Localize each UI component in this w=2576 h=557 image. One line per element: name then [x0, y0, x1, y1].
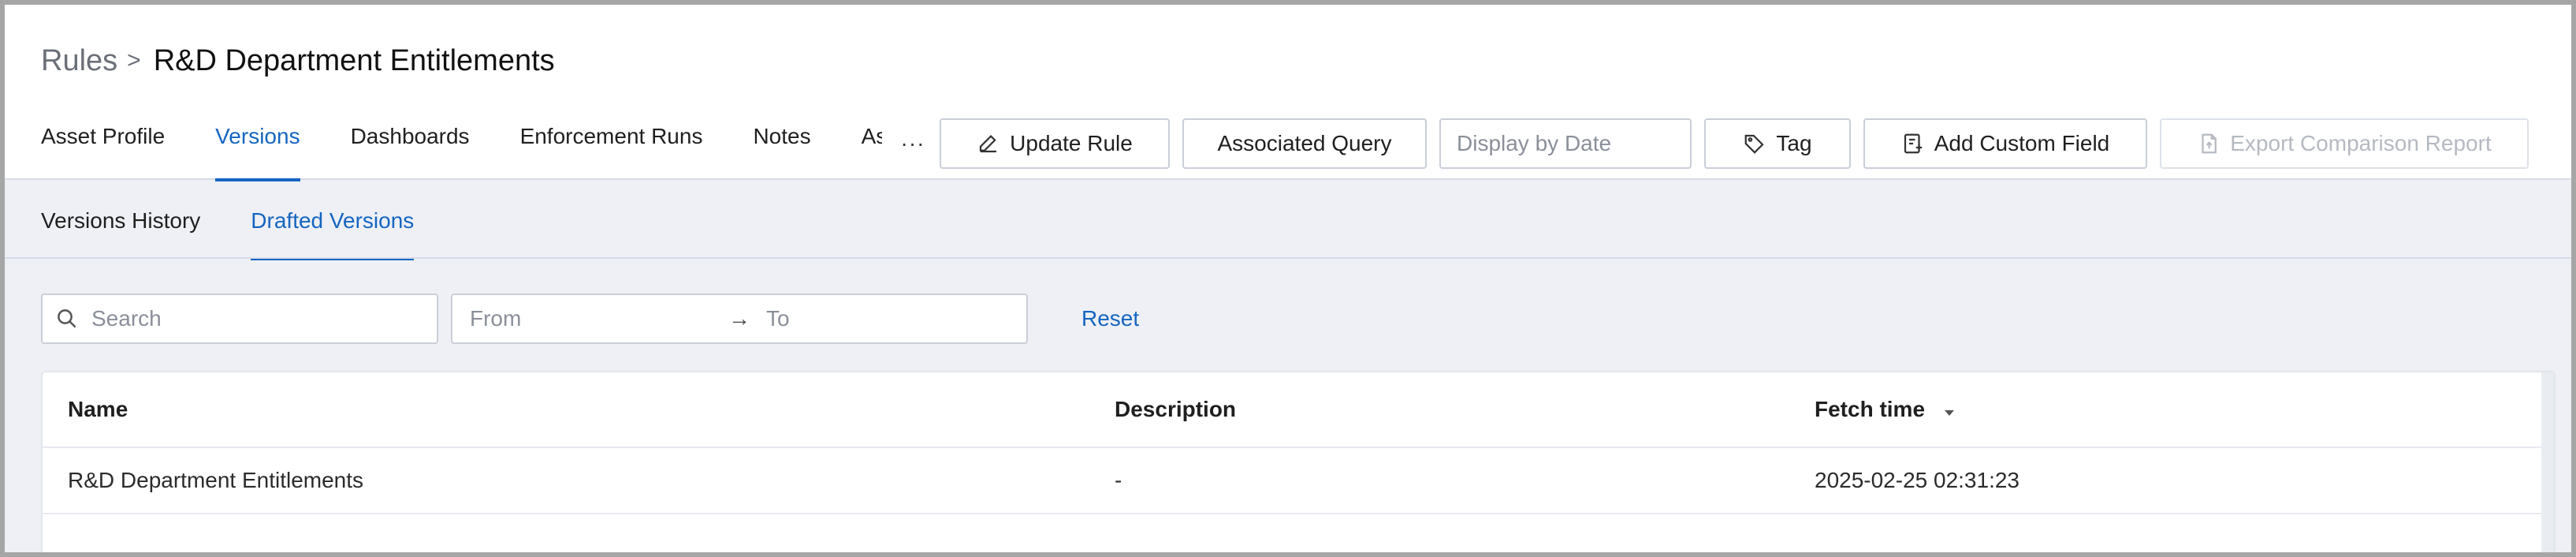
- associated-query-label: Associated Query: [1217, 131, 1392, 155]
- export-document-icon: [2202, 133, 2217, 154]
- action-toolbar: ··· Update Rule Associated Query Tag: [884, 109, 2571, 178]
- page-header: Rules > R&D Department Entitlements Asse…: [5, 5, 2571, 181]
- add-custom-field-button[interactable]: Add Custom Field: [1863, 118, 2147, 169]
- drafted-versions-table: Name Description Fetch time R&D Departme…: [41, 371, 2556, 552]
- app-window: Rules > R&D Department Entitlements Asse…: [5, 5, 2571, 552]
- update-rule-label: Update Rule: [1010, 131, 1133, 155]
- to-date-input[interactable]: [766, 306, 1003, 331]
- search-field[interactable]: [41, 293, 438, 344]
- cell-description: -: [1115, 468, 1122, 492]
- column-header-fetch-time[interactable]: Fetch time: [1815, 372, 1956, 447]
- sort-descending-icon[interactable]: [1942, 408, 1956, 417]
- associated-query-button[interactable]: Associated Query: [1182, 118, 1427, 169]
- custom-field-icon: [1904, 133, 1922, 154]
- main-tabs: Asset Profile Versions Dashboards Enforc…: [41, 115, 882, 181]
- tab-asset-profile[interactable]: Asset Profile: [41, 115, 165, 180]
- breadcrumb: Rules > R&D Department Entitlements: [41, 39, 555, 82]
- tab-versions[interactable]: Versions: [215, 115, 300, 181]
- chevron-right-icon: >: [127, 47, 141, 73]
- filter-bar: → Reset: [41, 292, 1139, 346]
- export-comparison-report-label: Export Comparison Report: [2230, 131, 2492, 155]
- more-tabs-button[interactable]: ···: [889, 131, 936, 156]
- column-header-name[interactable]: Name: [68, 372, 128, 447]
- date-range-picker[interactable]: →: [451, 293, 1028, 344]
- tab-overflow-clipped[interactable]: As: [862, 115, 882, 180]
- from-date-input[interactable]: [470, 306, 722, 331]
- table-row[interactable]: R&D Department Entitlements - 2025-02-25…: [43, 448, 2554, 514]
- pencil-icon: [980, 135, 997, 153]
- tag-label: Tag: [1776, 131, 1812, 155]
- cell-fetch-time: 2025-02-25 02:31:23: [1815, 468, 2019, 492]
- version-subtabs: Versions History Drafted Versions: [41, 181, 464, 260]
- fetch-time-header-label: Fetch time: [1815, 397, 1926, 421]
- search-input[interactable]: [91, 306, 423, 331]
- reset-link[interactable]: Reset: [1081, 306, 1139, 331]
- tag-icon: [1745, 134, 1765, 154]
- cell-name: R&D Department Entitlements: [68, 468, 364, 492]
- table-scrollbar[interactable]: [2541, 372, 2554, 552]
- search-icon: [58, 309, 76, 328]
- tag-button[interactable]: Tag: [1704, 118, 1851, 169]
- tab-drafted-versions[interactable]: Drafted Versions: [251, 181, 415, 260]
- tab-notes[interactable]: Notes: [753, 115, 810, 180]
- page-title: R&D Department Entitlements: [153, 43, 555, 77]
- subtabs-divider: [5, 257, 2571, 259]
- tab-versions-history[interactable]: Versions History: [41, 181, 200, 259]
- table-header: Name Description Fetch time: [43, 372, 2554, 448]
- arrow-right-icon: →: [728, 306, 750, 331]
- tab-enforcement-runs[interactable]: Enforcement Runs: [520, 115, 703, 180]
- column-header-description[interactable]: Description: [1115, 372, 1236, 447]
- tab-dashboards[interactable]: Dashboards: [351, 115, 470, 180]
- update-rule-button[interactable]: Update Rule: [940, 118, 1170, 169]
- add-custom-field-label: Add Custom Field: [1934, 131, 2110, 155]
- display-by-date-input[interactable]: [1439, 118, 1692, 169]
- export-comparison-report-button[interactable]: Export Comparison Report: [2160, 118, 2529, 169]
- breadcrumb-rules-link[interactable]: Rules: [41, 44, 117, 78]
